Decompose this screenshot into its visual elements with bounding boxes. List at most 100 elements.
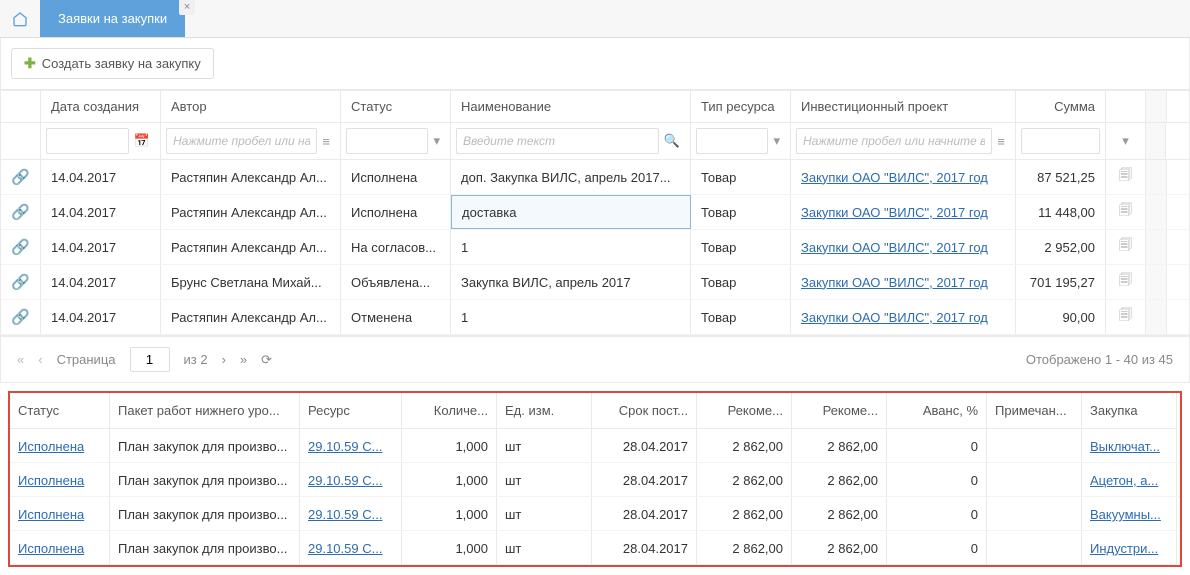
cell-author: Растяпин Александр Ал... — [161, 160, 341, 194]
detail-status-link[interactable]: Исполнена — [18, 541, 84, 556]
cell-project: Закупки ОАО "ВИЛС", 2017 год — [791, 230, 1016, 264]
document-icon[interactable]: 🗐 — [1119, 271, 1132, 293]
detail-row[interactable]: ИсполненаПлан закупок для произво...29.1… — [10, 463, 1180, 497]
detail-row[interactable]: ИсполненаПлан закупок для произво...29.1… — [10, 429, 1180, 463]
link-icon[interactable]: 🔗 — [11, 203, 30, 221]
dcol-qty[interactable]: Количе... — [402, 393, 497, 429]
cell-status: Исполнена — [341, 195, 451, 229]
tab-purchase-requests[interactable]: Заявки на закупки × — [40, 0, 185, 37]
cell-name: доп. Закупка ВИЛС, апрель 2017... — [451, 160, 691, 194]
link-icon[interactable]: 🔗 — [11, 273, 30, 291]
col-date[interactable]: Дата создания — [41, 91, 161, 122]
cell-date: 14.04.2017 — [41, 160, 161, 194]
project-link[interactable]: Закупки ОАО "ВИЛС", 2017 год — [801, 275, 988, 290]
table-row[interactable]: 🔗14.04.2017Растяпин Александр Ал...Испол… — [1, 195, 1189, 230]
col-status[interactable]: Статус — [341, 91, 451, 122]
home-icon — [12, 11, 28, 27]
table-row[interactable]: 🔗14.04.2017Растяпин Александр Ал...Отмен… — [1, 300, 1189, 335]
dcol-avans[interactable]: Аванс, % — [887, 393, 987, 429]
page-input[interactable] — [130, 347, 170, 372]
detail-unit: шт — [497, 497, 592, 530]
detail-row[interactable]: ИсполненаПлан закупок для произво...29.1… — [10, 531, 1180, 565]
last-page-button[interactable]: » — [240, 352, 247, 367]
cell-name: доставка — [451, 195, 691, 229]
cell-sum: 701 195,27 — [1016, 265, 1106, 299]
detail-row[interactable]: ИсполненаПлан закупок для произво...29.1… — [10, 497, 1180, 531]
filter-type[interactable] — [696, 128, 768, 154]
dcol-note[interactable]: Примечан... — [987, 393, 1082, 429]
col-type[interactable]: Тип ресурса — [691, 91, 791, 122]
filter-sum[interactable] — [1021, 128, 1100, 154]
chevron-down-icon[interactable]: ▾ — [428, 133, 445, 149]
project-link[interactable]: Закупки ОАО "ВИЛС", 2017 год — [801, 205, 988, 220]
tab-label: Заявки на закупки — [58, 11, 167, 26]
chevron-down-icon[interactable]: ▾ — [768, 133, 785, 149]
filter-project[interactable] — [796, 128, 992, 154]
detail-unit: шт — [497, 463, 592, 496]
detail-purchase-link[interactable]: Ацетон, а... — [1090, 473, 1158, 488]
detail-resource-link[interactable]: 29.10.59 С... — [308, 541, 382, 556]
list-icon[interactable]: ≡ — [317, 134, 335, 149]
detail-note — [987, 531, 1082, 564]
document-icon[interactable]: 🗐 — [1119, 306, 1132, 328]
detail-status-link[interactable]: Исполнена — [18, 473, 84, 488]
filter-author[interactable] — [166, 128, 317, 154]
link-icon[interactable]: 🔗 — [11, 168, 30, 186]
table-row[interactable]: 🔗14.04.2017Растяпин Александр Ал...На со… — [1, 230, 1189, 265]
refresh-button[interactable]: ⟳ — [261, 352, 272, 368]
dcol-rec2[interactable]: Рекоме... — [792, 393, 887, 429]
create-request-button[interactable]: ✚ Создать заявку на закупку — [11, 48, 214, 79]
next-page-button[interactable]: › — [222, 352, 226, 367]
col-sum[interactable]: Сумма — [1016, 91, 1106, 122]
dcol-rec1[interactable]: Рекоме... — [697, 393, 792, 429]
table-row[interactable]: 🔗14.04.2017Брунс Светлана Михай...Объявл… — [1, 265, 1189, 300]
document-icon[interactable]: 🗐 — [1119, 201, 1132, 223]
table-row[interactable]: 🔗14.04.2017Растяпин Александр Ал...Испол… — [1, 160, 1189, 195]
detail-purchase-link[interactable]: Выключат... — [1090, 439, 1160, 454]
col-name[interactable]: Наименование — [451, 91, 691, 122]
filter-status[interactable] — [346, 128, 428, 154]
dcol-pack[interactable]: Пакет работ нижнего уро... — [110, 393, 300, 429]
create-request-label: Создать заявку на закупку — [42, 56, 201, 71]
document-icon[interactable]: 🗐 — [1119, 236, 1132, 258]
detail-note — [987, 497, 1082, 530]
detail-resource-link[interactable]: 29.10.59 С... — [308, 507, 382, 522]
project-link[interactable]: Закупки ОАО "ВИЛС", 2017 год — [801, 240, 988, 255]
detail-resource-link[interactable]: 29.10.59 С... — [308, 473, 382, 488]
detail-purchase-link[interactable]: Вакуумны... — [1090, 507, 1161, 522]
tab-close-button[interactable]: × — [179, 0, 195, 15]
col-project[interactable]: Инвестиционный проект — [791, 91, 1016, 122]
detail-note — [987, 463, 1082, 496]
detail-date: 28.04.2017 — [592, 497, 697, 530]
filter-name[interactable] — [456, 128, 659, 154]
link-icon[interactable]: 🔗 — [11, 308, 30, 326]
detail-rec1: 2 862,00 — [697, 463, 792, 496]
chevron-down-icon[interactable]: ▾ — [1117, 133, 1134, 149]
detail-avans: 0 — [887, 497, 987, 530]
project-link[interactable]: Закупки ОАО "ВИЛС", 2017 год — [801, 170, 988, 185]
first-page-button[interactable]: « — [17, 352, 24, 367]
detail-purchase-link[interactable]: Индустри... — [1090, 541, 1158, 556]
dcol-unit[interactable]: Ед. изм. — [497, 393, 592, 429]
search-icon[interactable]: 🔍 — [659, 133, 685, 149]
detail-status-link[interactable]: Исполнена — [18, 507, 84, 522]
dcol-date[interactable]: Срок пост... — [592, 393, 697, 429]
cell-type: Товар — [691, 300, 791, 334]
calendar-icon[interactable]: 📅 — [129, 133, 155, 149]
link-icon[interactable]: 🔗 — [11, 238, 30, 256]
dcol-status[interactable]: Статус — [10, 393, 110, 429]
project-link[interactable]: Закупки ОАО "ВИЛС", 2017 год — [801, 310, 988, 325]
prev-page-button[interactable]: ‹ — [38, 352, 42, 367]
cell-author: Растяпин Александр Ал... — [161, 230, 341, 264]
home-tab[interactable] — [0, 11, 40, 27]
col-author[interactable]: Автор — [161, 91, 341, 122]
dcol-zak[interactable]: Закупка — [1082, 393, 1177, 429]
filter-date[interactable] — [46, 128, 129, 154]
dcol-res[interactable]: Ресурс — [300, 393, 402, 429]
detail-resource-link[interactable]: 29.10.59 С... — [308, 439, 382, 454]
detail-status-link[interactable]: Исполнена — [18, 439, 84, 454]
document-icon[interactable]: 🗐 — [1119, 166, 1132, 188]
list-icon[interactable]: ≡ — [992, 134, 1010, 149]
detail-qty: 1,000 — [402, 531, 497, 564]
cell-sum: 87 521,25 — [1016, 160, 1106, 194]
